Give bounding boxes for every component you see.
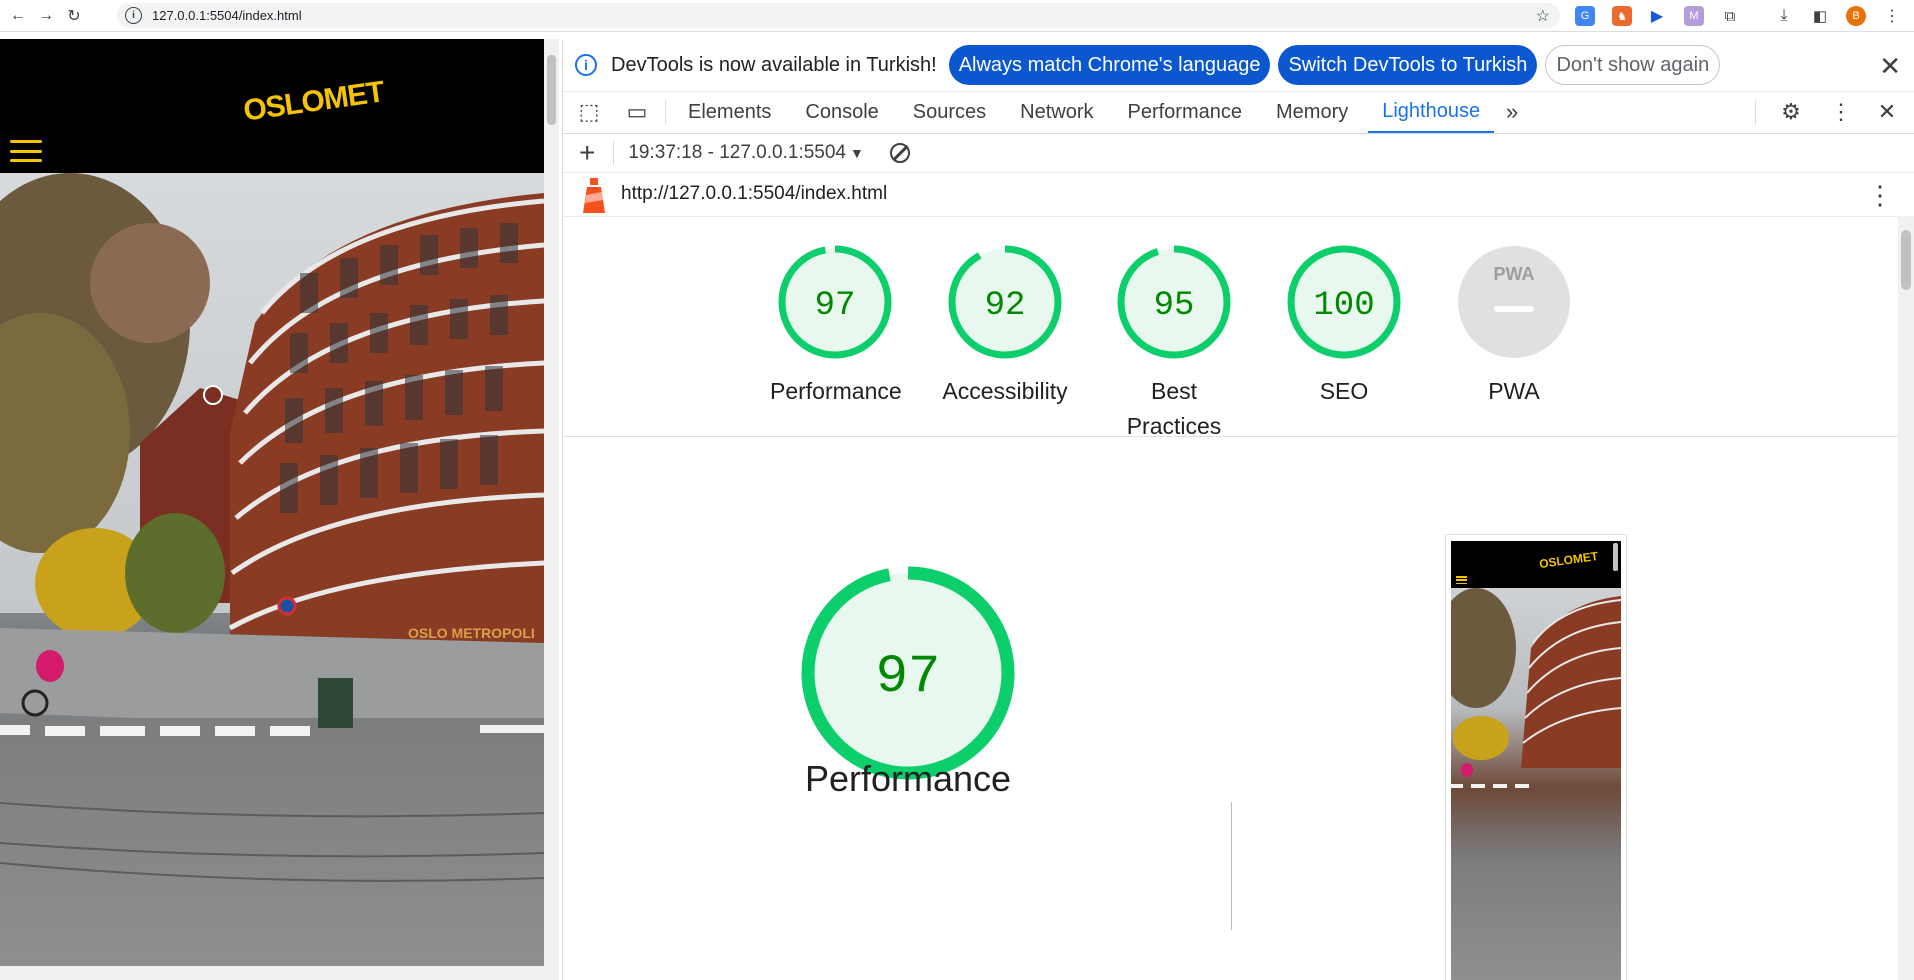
toolbar-separator [613, 140, 615, 165]
gauge-accessibility-ring: 92 [948, 245, 1062, 359]
back-icon[interactable]: ← [4, 2, 32, 30]
device-toolbar-icon[interactable]: ▭ [619, 99, 655, 125]
close-infobar-icon[interactable]: ✕ [1879, 51, 1901, 82]
tab-elements[interactable]: Elements [674, 91, 785, 133]
performance-main-gauge: 97 [801, 566, 1015, 785]
gauge-performance-ring: 97 [778, 245, 892, 359]
svg-text:97: 97 [815, 287, 856, 325]
tab-console[interactable]: Console [791, 91, 892, 133]
bookmark-star-icon[interactable]: ☆ [1536, 6, 1550, 26]
thumb-logo: OSLOMET [1538, 548, 1600, 572]
inspect-element-icon[interactable]: ⬚ [571, 99, 607, 125]
lighthouse-report: 97 Performance 92 Accessibility 95 Best … [563, 216, 1898, 980]
site-info-icon[interactable]: i [125, 7, 142, 24]
gauge-label: Best Practices [1126, 378, 1222, 439]
tab-network[interactable]: Network [1006, 91, 1107, 133]
tabbar-separator-right [1755, 101, 1756, 125]
section-divider [1231, 802, 1232, 930]
language-infobar: i DevTools is now available in Turkish! … [563, 39, 1914, 92]
svg-text:PWA: PWA [1493, 264, 1534, 284]
gauge-seo[interactable]: 100 SEO [1279, 244, 1409, 409]
gauge-label: Performance [770, 378, 902, 404]
tab-lighthouse[interactable]: Lighthouse [1368, 91, 1495, 133]
infobar-message: DevTools is now available in Turkish! [611, 53, 937, 76]
clear-reports-icon[interactable] [889, 142, 910, 163]
gauge-performance[interactable]: 97 Performance [770, 244, 902, 409]
page-scrollbar[interactable] [544, 39, 559, 980]
performance-section-title: Performance [804, 758, 1012, 799]
lighthouse-toolbar: + 19:37:18 - 127.0.0.1:5504 ▼ [563, 133, 1914, 173]
side-panel-icon[interactable]: ◧ [1810, 6, 1830, 26]
extension-purple-icon[interactable]: M [1684, 6, 1704, 26]
thumb-scrollbar [1613, 543, 1618, 571]
svg-text:92: 92 [985, 287, 1026, 325]
switch-to-turkish-button[interactable]: Switch DevTools to Turkish [1278, 45, 1538, 85]
report-selector[interactable]: 19:37:18 - 127.0.0.1:5504 ▼ [628, 142, 864, 164]
svg-text:97: 97 [876, 647, 941, 708]
more-options-icon[interactable]: ⋮ [1823, 99, 1859, 125]
extension-blue-arrow-icon[interactable]: ▶ [1647, 6, 1667, 26]
report-url-bar: http://127.0.0.1:5504/index.html ⋮ [563, 172, 1914, 217]
campus-photo-illustration: OSLO METROPOLI [0, 173, 544, 980]
gauge-label: SEO [1319, 378, 1369, 404]
browser-toolbar: ← → ↻ i 127.0.0.1:5504/index.html ☆ G ♞ … [0, 0, 1914, 32]
tabbar-separator [665, 100, 666, 124]
tab-performance[interactable]: Performance [1114, 91, 1257, 133]
gauge-seo-ring: 100 [1287, 245, 1401, 359]
lighthouse-logo-icon [581, 175, 607, 213]
site-logo[interactable]: OSLOMET [241, 75, 386, 128]
translate-extension-icon[interactable]: G [1575, 6, 1595, 26]
gauge-best-practices-ring: 95 [1117, 245, 1231, 359]
devtools-panel: i DevTools is now available in Turkish! … [562, 39, 1914, 980]
final-screenshot-thumbnail[interactable]: OSLOMET [1445, 534, 1627, 980]
dropdown-arrow-icon: ▼ [850, 144, 864, 161]
profile-avatar[interactable]: B [1846, 6, 1866, 26]
svg-text:95: 95 [1154, 287, 1195, 325]
hamburger-menu-icon[interactable] [10, 140, 42, 162]
performance-main-ring: 97 [801, 566, 1015, 780]
score-gauges: 97 Performance 92 Accessibility 95 Best … [563, 216, 1898, 439]
page-horizontal-scrollbar[interactable] [0, 966, 544, 980]
building-sign: OSLO METROPOLI [408, 625, 535, 641]
reload-icon[interactable]: ↻ [60, 2, 88, 30]
thumb-hamburger-icon [1456, 576, 1467, 584]
new-report-icon[interactable]: + [579, 137, 595, 169]
forward-icon[interactable]: → [32, 2, 60, 30]
browser-menu-icon[interactable]: ⋮ [1882, 6, 1902, 26]
gauge-label: PWA [1488, 378, 1540, 404]
report-url[interactable]: http://127.0.0.1:5504/index.html [621, 183, 887, 205]
tab-memory[interactable]: Memory [1262, 91, 1362, 133]
close-devtools-icon[interactable]: ✕ [1869, 99, 1905, 125]
thumb-photo [1451, 588, 1621, 980]
site-header: OSLOMET [0, 39, 544, 173]
downloads-icon[interactable]: ⤓ [1774, 6, 1794, 26]
tab-sources[interactable]: Sources [899, 91, 1000, 133]
settings-gear-icon[interactable]: ⚙ [1773, 99, 1809, 125]
gauge-best-practices[interactable]: 95 Best Practices [1109, 244, 1239, 444]
inspected-page: OSLOMET OSLO METROPOLI [0, 39, 544, 980]
svg-text:100: 100 [1313, 287, 1374, 325]
pwa-badge-icon: PWA [1458, 246, 1570, 358]
info-icon: i [575, 54, 597, 76]
dont-show-again-button[interactable]: Don't show again [1545, 45, 1721, 85]
address-url: 127.0.0.1:5504/index.html [152, 8, 302, 23]
extension-orange-icon[interactable]: ♞ [1612, 6, 1632, 26]
address-bar[interactable]: i 127.0.0.1:5504/index.html ☆ [117, 3, 1560, 28]
report-menu-icon[interactable]: ⋮ [1867, 180, 1893, 211]
report-selector-label: 19:37:18 - 127.0.0.1:5504 [628, 141, 846, 163]
devtools-tabbar: ⬚ ▭ Elements Console Sources Network Per… [563, 91, 1914, 134]
extensions-puzzle-icon[interactable]: ⧉ [1720, 6, 1740, 26]
gauge-label: Accessibility [942, 378, 1068, 404]
gauge-accessibility[interactable]: 92 Accessibility [940, 244, 1070, 409]
more-tabs-icon[interactable]: » [1494, 99, 1530, 125]
thumb-header: OSLOMET [1451, 541, 1621, 588]
report-scrollbar[interactable] [1898, 216, 1914, 980]
campus-photo: OSLO METROPOLI [0, 173, 544, 980]
gauge-pwa[interactable]: PWA PWA [1449, 244, 1579, 409]
always-match-language-button[interactable]: Always match Chrome's language [948, 45, 1271, 85]
